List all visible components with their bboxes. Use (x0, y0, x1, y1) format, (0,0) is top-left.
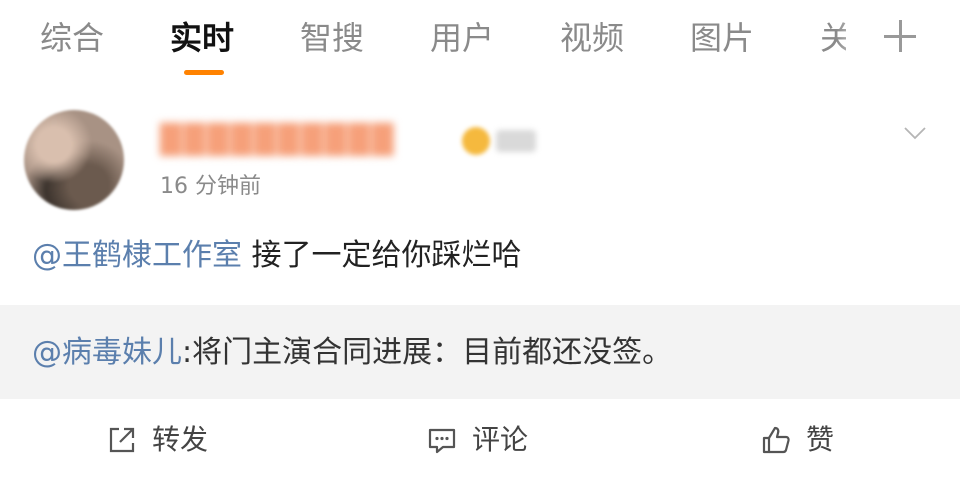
action-bar: 转发 评论 赞 (0, 400, 960, 481)
comment-button[interactable]: 评论 (426, 420, 528, 460)
author-name[interactable]: ██████████ (160, 121, 395, 159)
post-content: @王鹤棣工作室 接了一定给你踩烂哈 (32, 234, 522, 278)
share-icon (106, 424, 138, 456)
chevron-down-icon[interactable] (903, 121, 927, 145)
thumb-up-icon (760, 424, 792, 456)
tab-images[interactable]: 图片 (690, 14, 754, 62)
plus-icon[interactable] (882, 18, 918, 54)
post-text: 接了一定给你踩烂哈 (242, 238, 522, 273)
repost-label: 转发 (152, 423, 209, 456)
like-button[interactable]: 赞 (760, 420, 834, 460)
repost-author-link[interactable]: @病毒妹儿 (32, 335, 182, 370)
comment-label: 评论 (472, 423, 529, 456)
verified-badge-icon (462, 127, 490, 155)
repost-content: @病毒妹儿:将门主演合同进展：目前都还没签。 (32, 331, 672, 375)
active-tab-indicator (184, 70, 224, 75)
tab-video[interactable]: 视频 (560, 14, 624, 62)
member-badge (496, 130, 536, 152)
tab-realtime[interactable]: 实时 (170, 14, 234, 62)
repost-text: :将门主演合同进展：目前都还没签。 (182, 335, 673, 370)
tab-following[interactable]: 关 (820, 14, 846, 62)
mention-link[interactable]: @王鹤棣工作室 (32, 238, 242, 273)
tab-smart-search[interactable]: 智搜 (300, 14, 364, 62)
search-tab-bar: 综合 实时 智搜 用户 视频 图片 关 (0, 0, 960, 88)
repost-button[interactable]: 转发 (106, 420, 208, 460)
comment-icon (426, 424, 458, 456)
post-time: 16 分钟前 (160, 174, 261, 199)
repost-block[interactable]: @病毒妹儿:将门主演合同进展：目前都还没签。 (0, 305, 960, 399)
user-avatar[interactable] (24, 110, 124, 210)
tab-users[interactable]: 用户 (430, 14, 494, 62)
tab-comprehensive[interactable]: 综合 (40, 14, 104, 62)
like-label: 赞 (806, 423, 835, 456)
